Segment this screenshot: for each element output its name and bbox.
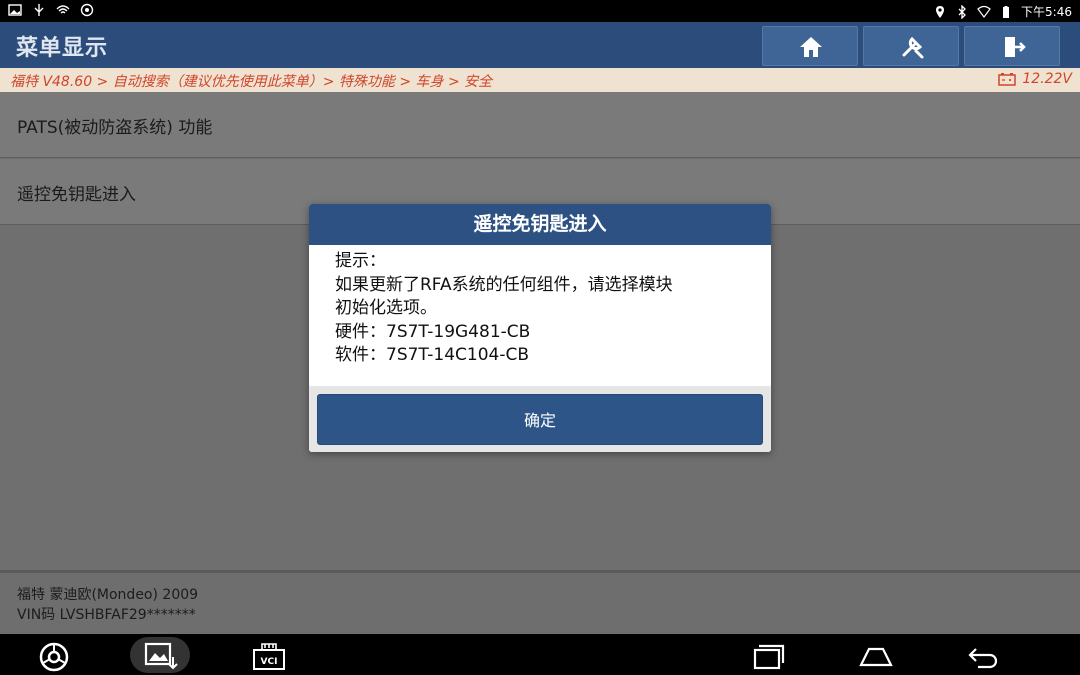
voltage-value: 12.22V xyxy=(1022,71,1072,87)
wifi-notification-icon xyxy=(56,5,70,14)
screenshot-button[interactable] xyxy=(130,637,190,673)
back-button[interactable] xyxy=(952,637,1012,673)
menu-item-pats[interactable]: PATS(被动防盗系统) 功能 xyxy=(0,92,1080,158)
dialog-line-software: 软件：7S7T-14C104-CB xyxy=(335,345,529,365)
car-battery-icon xyxy=(998,73,1017,86)
vehicle-model: 福特 蒙迪欧(Mondeo) 2009 xyxy=(17,587,199,603)
navigation-bar: VCI xyxy=(0,634,1080,675)
tools-button[interactable] xyxy=(863,26,959,66)
vci-icon: VCI xyxy=(253,643,285,670)
voltage-indicator: 12.22V xyxy=(998,71,1072,87)
vehicle-info: 福特 蒙迪欧(Mondeo) 2009 VIN码 LVSHBFAF29*****… xyxy=(0,572,1080,634)
home-button[interactable] xyxy=(762,26,858,66)
exit-icon xyxy=(1005,37,1026,57)
wifi-signal-icon xyxy=(977,5,991,18)
keyless-entry-dialog: 遥控免钥匙进入 提示： 如果更新了RFA系统的任何组件，请选择模块 初始化选项。… xyxy=(309,204,771,452)
breadcrumb: 福特 V48.60 > 自动搜索（建议优先使用此菜单）> 特殊功能 > 车身 >… xyxy=(0,68,1080,92)
recent-apps-icon xyxy=(753,644,785,670)
home-nav-button[interactable] xyxy=(845,637,905,673)
chrome-icon xyxy=(39,642,69,672)
home-nav-icon xyxy=(859,647,893,667)
status-bar: 下午5:46 xyxy=(0,0,1080,22)
menu-item-label: 遥控免钥匙进入 xyxy=(17,185,136,205)
clock: 下午5:46 xyxy=(1021,5,1072,19)
dialog-title: 遥控免钥匙进入 xyxy=(309,204,771,245)
location-icon xyxy=(936,5,945,18)
ok-button[interactable]: 确定 xyxy=(317,394,763,445)
menu-item-label: PATS(被动防盗系统) 功能 xyxy=(17,118,213,138)
recent-apps-button[interactable] xyxy=(737,637,797,673)
usb-icon xyxy=(34,4,44,16)
dialog-line-hardware: 硬件：7S7T-19G481-CB xyxy=(335,321,531,342)
settings-notification-icon xyxy=(80,3,94,17)
dialog-line: 提示： xyxy=(335,251,386,271)
gallery-notification-icon xyxy=(8,4,22,16)
page-title: 菜单显示 xyxy=(16,36,109,61)
dialog-line: 如果更新了RFA系统的任何组件，请选择模块 xyxy=(335,274,673,295)
dialog-footer: 确定 xyxy=(309,386,771,452)
home-icon xyxy=(800,37,822,57)
browser-button[interactable] xyxy=(24,637,84,673)
app-header: 菜单显示 xyxy=(0,22,1080,68)
dialog-line: 初始化选项。 xyxy=(335,298,437,318)
bluetooth-icon xyxy=(958,4,966,19)
tools-icon xyxy=(902,36,924,59)
svg-text:VCI: VCI xyxy=(261,657,278,667)
screenshot-icon xyxy=(144,642,178,670)
exit-button[interactable] xyxy=(964,26,1060,66)
vin-number: VIN码 LVSHBFAF29******* xyxy=(17,607,196,623)
breadcrumb-path: 福特 V48.60 > 自动搜索（建议优先使用此菜单）> 特殊功能 > 车身 >… xyxy=(10,74,493,90)
back-icon xyxy=(968,648,998,669)
vci-button[interactable]: VCI xyxy=(238,637,298,673)
battery-icon xyxy=(1003,5,1010,18)
dialog-message: 提示： 如果更新了RFA系统的任何组件，请选择模块 初始化选项。 硬件：7S7T… xyxy=(335,250,755,368)
